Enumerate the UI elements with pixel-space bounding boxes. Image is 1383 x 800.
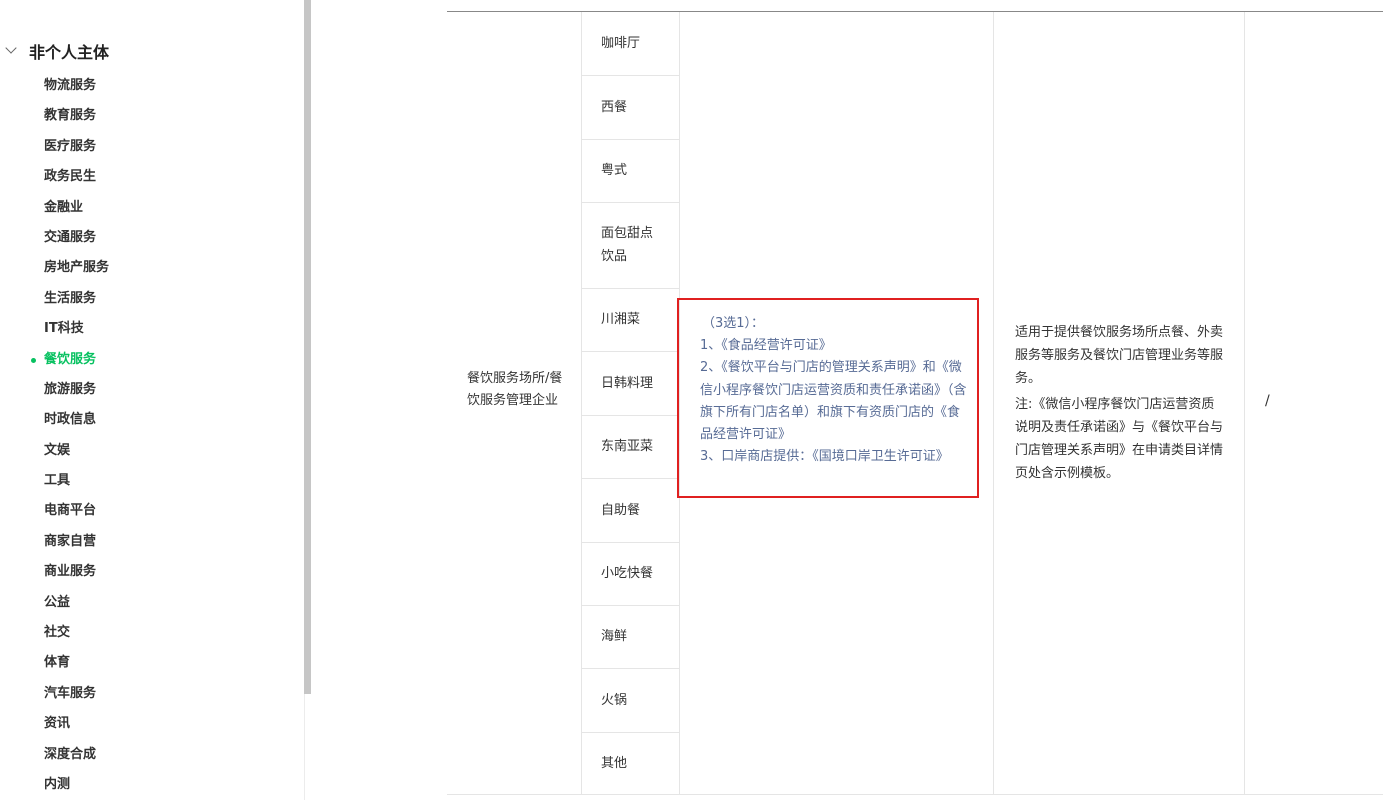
sidebar-item[interactable]: 房地产服务 bbox=[0, 253, 300, 283]
subcategory-cell: 自助餐 bbox=[601, 502, 641, 518]
subcategory-cell: 粤式 bbox=[601, 163, 628, 178]
sidebar-item-label: 深度合成 bbox=[44, 746, 97, 762]
sidebar-item-label: 餐饮服务 bbox=[44, 351, 97, 367]
qualification-line: 2、《餐饮平台与门店的管理关系声明》和《微信小程序餐饮门店运营资质和责任承诺函》… bbox=[700, 360, 967, 443]
group-title: 非个人主体 bbox=[29, 43, 110, 62]
chevron-down-icon[interactable] bbox=[5, 42, 17, 54]
sidebar-scrollbar[interactable] bbox=[304, 0, 311, 694]
group-header-non-individual[interactable]: 非个人主体 bbox=[0, 36, 300, 66]
table-top-border bbox=[447, 11, 1383, 12]
qualification-requirements: （3选1）： 1、《食品经营许可证》 2、《餐饮平台与门店的管理关系声明》和《微信小… bbox=[700, 313, 972, 468]
sidebar-item[interactable]: 生活服务 bbox=[0, 284, 300, 314]
sidebar-item[interactable]: 资讯 bbox=[0, 709, 300, 739]
row-divider bbox=[582, 668, 679, 669]
column-divider bbox=[581, 12, 582, 795]
sidebar-item-label: 汽车服务 bbox=[44, 685, 97, 701]
sidebar-item-label: 资讯 bbox=[44, 716, 71, 732]
sidebar-item-label: 物流服务 bbox=[44, 78, 97, 93]
sidebar-item-label: 体育 bbox=[44, 655, 71, 671]
sidebar-item-label: 文娱 bbox=[44, 442, 71, 458]
sidebar-item[interactable]: 教育服务 bbox=[0, 101, 300, 131]
sidebar-item-label: 内测 bbox=[44, 776, 71, 792]
sidebar-item[interactable]: 商家自营 bbox=[0, 527, 300, 557]
sidebar-item-label: 时政信息 bbox=[44, 412, 97, 428]
sidebar-item-label: 电商平台 bbox=[44, 503, 97, 519]
row-divider bbox=[582, 75, 679, 76]
sidebar-nav-list: 物流服务教育服务医疗服务政务民生金融业交通服务房地产服务生活服务 IT科技餐饮服务… bbox=[0, 71, 300, 800]
sidebar-item-label: 旅游服务 bbox=[44, 381, 97, 397]
table-bottom-border bbox=[447, 794, 1383, 795]
sidebar-item-label: 社交 bbox=[44, 625, 71, 641]
description-text: 适用于提供餐饮服务场所点餐、外卖服务等服务及餐饮门店管理业务等服务。 bbox=[1015, 325, 1224, 386]
sidebar-item-label: 公益 bbox=[44, 594, 71, 610]
row-divider bbox=[582, 288, 679, 289]
subcategory-cell: 其他 bbox=[601, 756, 628, 771]
category-sidebar: 非个人主体 物流服务教育服务医疗服务政务民生金融业交通服务房地产服务生活服务 IT… bbox=[0, 0, 305, 800]
sidebar-item-label: 商家自营 bbox=[44, 533, 97, 549]
sidebar-item[interactable]: 文娱 bbox=[0, 436, 300, 466]
sidebar-item-label: 工具 bbox=[44, 473, 71, 489]
active-dot-icon bbox=[31, 357, 36, 363]
subcategory-cell: 川湘菜 bbox=[601, 312, 641, 327]
sidebar-item[interactable]: IT科技 bbox=[0, 314, 300, 344]
qualification-line: 1、《食品经营许可证》 bbox=[700, 338, 832, 354]
sidebar-item-label: 政务民生 bbox=[44, 169, 97, 185]
subcategory-cell: 日韩料理 bbox=[601, 375, 654, 391]
sidebar-item[interactable]: 交通服务 bbox=[0, 223, 300, 253]
sidebar-item-label: 金融业 bbox=[44, 199, 84, 215]
subcategory-cell: 海鲜 bbox=[601, 629, 628, 644]
sidebar-item[interactable]: 时政信息 bbox=[0, 405, 300, 435]
row-divider bbox=[582, 478, 679, 479]
sidebar-item[interactable]: 体育 bbox=[0, 648, 300, 678]
sidebar-item[interactable]: 旅游服务 bbox=[0, 375, 300, 405]
sidebar-item[interactable]: 工具 bbox=[0, 466, 300, 496]
subcategory-cell: 东南亚菜 bbox=[601, 439, 654, 454]
main-category-cell: 餐饮服务场所/餐饮服务管理企业 bbox=[467, 371, 563, 408]
sidebar-item-label: 交通服务 bbox=[44, 229, 97, 245]
subcategory-cell: 小吃快餐 bbox=[601, 566, 654, 581]
sidebar-item[interactable]: 金融业 bbox=[0, 193, 300, 223]
sidebar-item[interactable]: 物流服务 bbox=[0, 71, 300, 101]
row-divider bbox=[582, 415, 679, 416]
sidebar-item[interactable]: 政务民生 bbox=[0, 162, 300, 192]
subcategory-cell: 火锅 bbox=[601, 692, 628, 708]
sidebar-item[interactable]: 商业服务 bbox=[0, 557, 300, 587]
last-column-value: / bbox=[1265, 393, 1270, 409]
sidebar-item-label: 生活服务 bbox=[44, 290, 97, 306]
row-divider bbox=[582, 202, 679, 203]
sidebar-item[interactable]: 社交 bbox=[0, 618, 300, 648]
row-divider bbox=[582, 351, 679, 352]
sidebar-item-label: 房地产服务 bbox=[44, 260, 110, 276]
sidebar-item-label: 商业服务 bbox=[44, 564, 97, 580]
row-divider bbox=[582, 139, 679, 140]
sidebar-item[interactable]: 汽车服务 bbox=[0, 679, 300, 709]
qualification-line: （3选1）： bbox=[702, 316, 765, 331]
subcategory-cell: 面包甜点饮品 bbox=[601, 226, 654, 264]
sidebar-item[interactable]: 餐饮服务 bbox=[0, 345, 300, 375]
column-divider bbox=[993, 12, 994, 795]
sidebar-item-label: 医疗服务 bbox=[44, 138, 97, 154]
description-note: 注:《微信小程序餐饮门店运营资质说明及责任承诺函》与《餐饮平台与门店管理关系声明… bbox=[1015, 397, 1224, 481]
sidebar-item-label: 教育服务 bbox=[44, 108, 97, 124]
sidebar-item[interactable]: 医疗服务 bbox=[0, 132, 300, 162]
sidebar-item[interactable]: 内测 bbox=[0, 770, 300, 800]
sidebar-item[interactable]: 公益 bbox=[0, 588, 300, 618]
description-cell: 适用于提供餐饮服务场所点餐、外卖服务等服务及餐饮门店管理业务等服务。 注:《微信… bbox=[1015, 321, 1225, 485]
row-divider bbox=[582, 732, 679, 733]
row-divider bbox=[582, 542, 679, 543]
subcategory-cell: 咖啡厅 bbox=[601, 36, 641, 51]
subcategory-cell: 西餐 bbox=[601, 99, 628, 115]
qualification-line: 3、口岸商店提供：《国境口岸卫生许可证》 bbox=[700, 449, 949, 465]
sidebar-item[interactable]: 深度合成 bbox=[0, 740, 300, 770]
sidebar-item-label: IT科技 bbox=[44, 321, 84, 337]
sidebar-item[interactable]: 电商平台 bbox=[0, 496, 300, 526]
row-divider bbox=[582, 605, 679, 606]
column-divider bbox=[1244, 12, 1245, 795]
